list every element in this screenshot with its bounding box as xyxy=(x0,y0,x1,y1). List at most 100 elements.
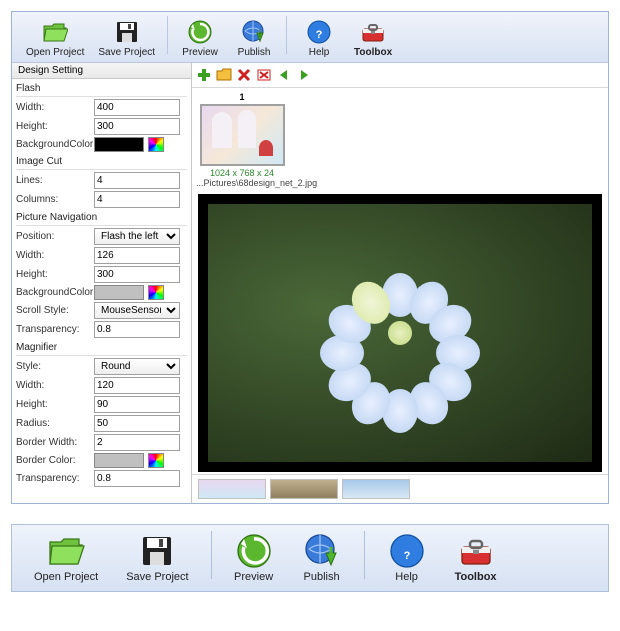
mag-trans-input[interactable] xyxy=(94,470,180,487)
toolbar-separator xyxy=(211,531,212,579)
columns-label: Columns: xyxy=(16,194,90,205)
save-project-button[interactable]: Save Project xyxy=(114,531,200,585)
svg-text:?: ? xyxy=(316,29,323,41)
section-magnifier: Magnifier xyxy=(16,340,187,356)
thumbnail-item[interactable]: 1 1024 x 768 x 24 ...Pictures\68design_n… xyxy=(196,92,288,188)
section-picnav: Picture Navigation xyxy=(16,210,187,226)
picnav-height-input[interactable] xyxy=(94,266,180,283)
color-picker-icon[interactable] xyxy=(148,137,164,152)
clear-button[interactable] xyxy=(255,66,273,84)
settings-panel: Flash Width: Height: BackgroundColor: Im… xyxy=(12,79,191,491)
refresh-icon xyxy=(234,533,274,569)
flash-width-label: Width: xyxy=(16,102,90,113)
toolbar-separator xyxy=(286,16,287,54)
mag-trans-label: Transparency: xyxy=(16,473,90,484)
toolbox-button[interactable]: Toolbox xyxy=(443,531,509,585)
thumbnail-area: 1 1024 x 768 x 24 ...Pictures\68design_n… xyxy=(192,88,608,192)
prev-button[interactable] xyxy=(275,66,293,84)
publish-button[interactable]: Publish xyxy=(228,16,280,60)
delete-button[interactable] xyxy=(235,66,253,84)
main-toolbar: Open Project Save Project Preview Publis… xyxy=(12,12,608,63)
floppy-disk-icon xyxy=(113,18,141,46)
thumbnail-number: 1 xyxy=(196,92,288,102)
save-project-button[interactable]: Save Project xyxy=(92,16,161,60)
toolbox-button[interactable]: Toolbox xyxy=(347,16,399,60)
mag-width-label: Width: xyxy=(16,380,90,391)
columns-input[interactable] xyxy=(94,191,180,208)
color-picker-icon[interactable] xyxy=(148,285,164,300)
mag-bw-input[interactable] xyxy=(94,434,180,451)
mag-height-label: Height: xyxy=(16,399,90,410)
section-imagecut: Image Cut xyxy=(16,154,187,170)
scroll-label: Scroll Style: xyxy=(16,305,90,316)
section-flash: Flash xyxy=(16,81,187,97)
add-image-button[interactable] xyxy=(195,66,213,84)
toolbar-separator xyxy=(364,531,365,579)
mag-width-input[interactable] xyxy=(94,377,180,394)
preview-button[interactable]: Preview xyxy=(174,16,226,60)
strip-thumb[interactable] xyxy=(198,479,266,499)
thumbnail-path: ...Pictures\68design_net_2.jpg xyxy=(196,178,288,188)
tab-design-setting[interactable]: Design Setting xyxy=(12,63,191,79)
svg-text:?: ? xyxy=(403,550,410,562)
preview-button[interactable]: Preview xyxy=(222,531,286,585)
picnav-trans-input[interactable] xyxy=(94,321,180,338)
help-button[interactable]: ? Help xyxy=(293,16,345,60)
folder-open-icon xyxy=(46,533,86,569)
mag-style-label: Style: xyxy=(16,361,90,372)
preview-image xyxy=(310,243,490,423)
picnav-width-input[interactable] xyxy=(94,247,180,264)
position-label: Position: xyxy=(16,231,90,242)
lines-input[interactable] xyxy=(94,172,180,189)
next-button[interactable] xyxy=(295,66,313,84)
position-select[interactable]: Flash the left xyxy=(94,228,180,245)
flash-height-input[interactable] xyxy=(94,118,180,135)
strip-thumb[interactable] xyxy=(270,479,338,499)
color-picker-icon[interactable] xyxy=(148,453,164,468)
mag-bc-swatch[interactable] xyxy=(94,453,144,468)
refresh-icon xyxy=(186,18,214,46)
mag-bc-label: Border Color: xyxy=(16,455,90,466)
lines-label: Lines: xyxy=(16,175,90,186)
toolbox-icon xyxy=(456,533,496,569)
main-area: Design Setting Flash Width: Height: Back… xyxy=(12,63,608,503)
picnav-height-label: Height: xyxy=(16,269,90,280)
flash-bgcolor-swatch[interactable] xyxy=(94,137,144,152)
picnav-trans-label: Transparency: xyxy=(16,324,90,335)
help-button[interactable]: ? Help xyxy=(375,531,439,585)
side-panel: Design Setting Flash Width: Height: Back… xyxy=(12,63,192,503)
open-project-button[interactable]: Open Project xyxy=(22,531,110,585)
globe-upload-icon xyxy=(302,533,342,569)
toolbox-icon xyxy=(359,18,387,46)
secondary-toolbar: Open Project Save Project Preview Publis… xyxy=(11,524,609,592)
help-icon: ? xyxy=(387,533,427,569)
scroll-select[interactable]: MouseSensor xyxy=(94,302,180,319)
flash-bgcolor-label: BackgroundColor: xyxy=(16,139,90,150)
mag-radius-input[interactable] xyxy=(94,415,180,432)
mag-style-select[interactable]: Round xyxy=(94,358,180,375)
thumbnail-image xyxy=(200,104,285,166)
help-icon: ? xyxy=(305,18,333,46)
publish-button[interactable]: Publish xyxy=(290,531,354,585)
mag-height-input[interactable] xyxy=(94,396,180,413)
preview-pane xyxy=(198,194,602,472)
flash-width-input[interactable] xyxy=(94,99,180,116)
mag-radius-label: Radius: xyxy=(16,418,90,429)
thumbnail-dimensions: 1024 x 768 x 24 xyxy=(196,168,288,178)
open-project-button[interactable]: Open Project xyxy=(20,16,90,60)
image-toolbar xyxy=(192,63,608,88)
toolbar-separator xyxy=(167,16,168,54)
add-folder-button[interactable] xyxy=(215,66,233,84)
picnav-bgcolor-label: BackgroundColor: xyxy=(16,287,90,298)
floppy-disk-icon xyxy=(137,533,177,569)
folder-open-icon xyxy=(41,18,69,46)
content-area: 1 1024 x 768 x 24 ...Pictures\68design_n… xyxy=(192,63,608,503)
picnav-width-label: Width: xyxy=(16,250,90,261)
flash-height-label: Height: xyxy=(16,121,90,132)
app-window: Open Project Save Project Preview Publis… xyxy=(11,11,609,504)
thumbnail-strip xyxy=(192,474,608,503)
globe-upload-icon xyxy=(240,18,268,46)
picnav-bgcolor-swatch[interactable] xyxy=(94,285,144,300)
mag-bw-label: Border Width: xyxy=(16,437,90,448)
strip-thumb[interactable] xyxy=(342,479,410,499)
